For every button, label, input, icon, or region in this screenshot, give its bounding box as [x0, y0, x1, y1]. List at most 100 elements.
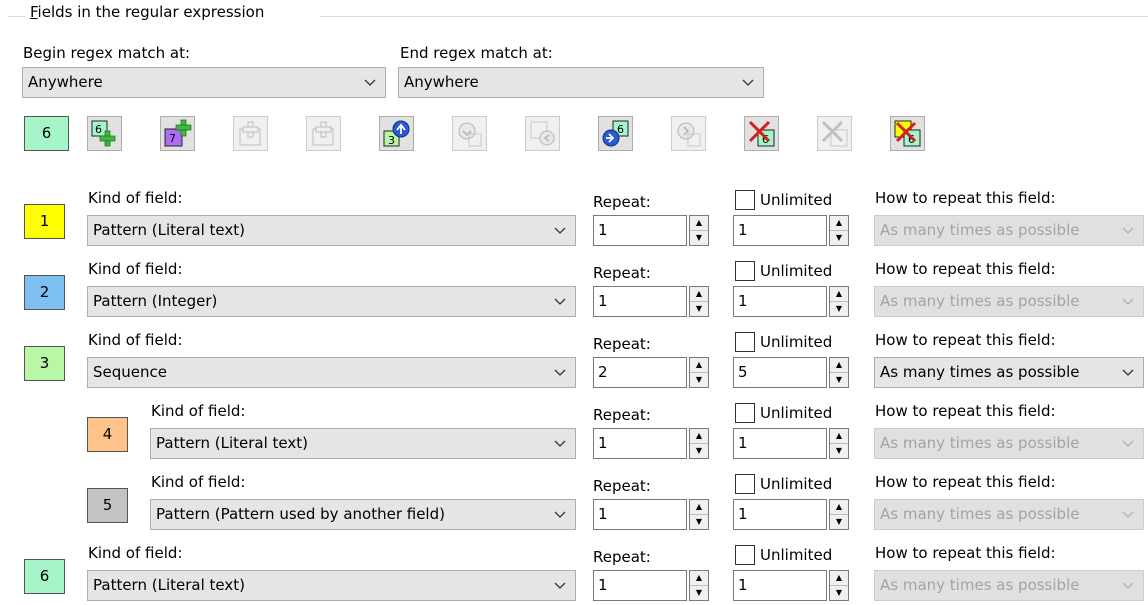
repeat-max-spinner[interactable]: 1 ▲ ▼ [733, 499, 849, 530]
move-left-button[interactable] [525, 116, 560, 151]
repeat-min-arrows[interactable]: ▲ ▼ [689, 570, 709, 601]
kind-of-field-select[interactable]: Pattern (Pattern used by another field) [150, 499, 576, 530]
kind-of-field-select[interactable]: Pattern (Literal text) [150, 428, 576, 459]
repeat-min-arrows[interactable]: ▲ ▼ [689, 357, 709, 388]
spin-down-icon[interactable]: ▼ [690, 302, 708, 316]
end-match-select[interactable]: Anywhere [398, 67, 764, 98]
repeat-min-spinner[interactable]: 1 ▲ ▼ [593, 215, 709, 246]
unlimited-checkbox[interactable] [735, 261, 755, 281]
kind-of-field-select[interactable]: Pattern (Literal text) [87, 570, 576, 601]
spin-up-icon[interactable]: ▲ [690, 287, 708, 302]
repeat-min-spinner[interactable]: 1 ▲ ▼ [593, 286, 709, 317]
kind-of-field-value: Pattern (Literal text) [93, 576, 245, 594]
add-disabled-button-2[interactable] [306, 116, 341, 151]
spin-down-icon[interactable]: ▼ [830, 373, 848, 387]
field-number-badge[interactable]: 5 [87, 488, 128, 523]
repeat-min-arrows[interactable]: ▲ ▼ [689, 215, 709, 246]
delete-all-button[interactable]: 6 [890, 116, 925, 151]
add-subfield-button[interactable]: 7 [160, 116, 195, 151]
begin-match-select[interactable]: Anywhere [22, 67, 386, 98]
spin-down-icon[interactable]: ▼ [690, 444, 708, 458]
spin-up-icon[interactable]: ▲ [690, 571, 708, 586]
move-right-button[interactable]: 6 [598, 116, 633, 151]
repeat-label: Repeat: [593, 477, 651, 495]
kind-of-field-select[interactable]: Sequence [87, 357, 576, 388]
unlimited-checkbox[interactable] [735, 403, 755, 423]
spin-up-icon[interactable]: ▲ [830, 216, 848, 231]
repeat-max-spinner[interactable]: 1 ▲ ▼ [733, 570, 849, 601]
spin-down-icon[interactable]: ▼ [830, 444, 848, 458]
repeat-max-input[interactable]: 1 [733, 570, 827, 601]
repeat-min-arrows[interactable]: ▲ ▼ [689, 499, 709, 530]
repeat-max-spinner[interactable]: 1 ▲ ▼ [733, 286, 849, 317]
repeat-max-arrows[interactable]: ▲ ▼ [829, 215, 849, 246]
unlimited-checkbox[interactable] [735, 190, 755, 210]
unlimited-checkbox[interactable] [735, 474, 755, 494]
repeat-min-input[interactable]: 1 [593, 428, 687, 459]
kind-of-field-select[interactable]: Pattern (Integer) [87, 286, 576, 317]
move-down-button[interactable] [452, 116, 487, 151]
repeat-min-arrows[interactable]: ▲ ▼ [689, 286, 709, 317]
repeat-min-input[interactable]: 1 [593, 499, 687, 530]
repeat-min-input[interactable]: 1 [593, 570, 687, 601]
move-right-disabled-button[interactable] [671, 116, 706, 151]
repeat-max-input[interactable]: 5 [733, 357, 827, 388]
field-number-badge[interactable]: 6 [24, 559, 65, 594]
add-disabled-button-1[interactable] [233, 116, 268, 151]
add-subfield-icon: 7 [164, 119, 192, 147]
spin-down-icon[interactable]: ▼ [830, 515, 848, 529]
unlimited-checkbox[interactable] [735, 545, 755, 565]
repeat-max-input[interactable]: 1 [733, 215, 827, 246]
kind-of-field-label: Kind of field: [88, 544, 183, 562]
add-field-button[interactable]: 6 [87, 116, 122, 151]
spin-down-icon[interactable]: ▼ [830, 302, 848, 316]
repeat-min-spinner[interactable]: 1 ▲ ▼ [593, 570, 709, 601]
repeat-min-spinner[interactable]: 2 ▲ ▼ [593, 357, 709, 388]
repeat-min-input[interactable]: 2 [593, 357, 687, 388]
spin-up-icon[interactable]: ▲ [690, 358, 708, 373]
unlimited-label: Unlimited [760, 404, 833, 422]
repeat-min-input[interactable]: 1 [593, 215, 687, 246]
repeat-max-arrows[interactable]: ▲ ▼ [829, 428, 849, 459]
spin-down-icon[interactable]: ▼ [690, 515, 708, 529]
repeat-min-spinner[interactable]: 1 ▲ ▼ [593, 499, 709, 530]
chevron-down-icon [1122, 440, 1134, 447]
repeat-max-input[interactable]: 1 [733, 428, 827, 459]
kind-of-field-select[interactable]: Pattern (Literal text) [87, 215, 576, 246]
spin-up-icon[interactable]: ▲ [830, 358, 848, 373]
repeat-max-input[interactable]: 1 [733, 499, 827, 530]
repeat-min-input[interactable]: 1 [593, 286, 687, 317]
repeat-min-arrows[interactable]: ▲ ▼ [689, 428, 709, 459]
spin-down-icon[interactable]: ▼ [830, 231, 848, 245]
field-number-badge[interactable]: 2 [24, 275, 65, 310]
spin-up-icon[interactable]: ▲ [830, 287, 848, 302]
spin-up-icon[interactable]: ▲ [690, 500, 708, 515]
field-number-badge[interactable]: 4 [87, 417, 128, 452]
field-number-badge[interactable]: 1 [24, 204, 65, 239]
spin-up-icon[interactable]: ▲ [830, 429, 848, 444]
field-number-badge[interactable]: 3 [24, 346, 65, 381]
chevron-down-icon [554, 227, 566, 234]
spin-down-icon[interactable]: ▼ [690, 231, 708, 245]
delete-field-button[interactable]: 6 [744, 116, 779, 151]
spin-down-icon[interactable]: ▼ [690, 373, 708, 387]
repeat-max-arrows[interactable]: ▲ ▼ [829, 286, 849, 317]
spin-up-icon[interactable]: ▲ [830, 571, 848, 586]
delete-disabled-button[interactable] [817, 116, 852, 151]
repeat-max-spinner[interactable]: 5 ▲ ▼ [733, 357, 849, 388]
spin-down-icon[interactable]: ▼ [690, 586, 708, 600]
spin-up-icon[interactable]: ▲ [690, 216, 708, 231]
spin-up-icon[interactable]: ▲ [830, 500, 848, 515]
move-up-button[interactable]: 3 [379, 116, 414, 151]
unlimited-checkbox[interactable] [735, 332, 755, 352]
repeat-max-arrows[interactable]: ▲ ▼ [829, 570, 849, 601]
repeat-max-spinner[interactable]: 1 ▲ ▼ [733, 215, 849, 246]
spin-up-icon[interactable]: ▲ [690, 429, 708, 444]
repeat-max-input[interactable]: 1 [733, 286, 827, 317]
repeat-max-arrows[interactable]: ▲ ▼ [829, 499, 849, 530]
spin-down-icon[interactable]: ▼ [830, 586, 848, 600]
repeat-max-spinner[interactable]: 1 ▲ ▼ [733, 428, 849, 459]
repeat-max-arrows[interactable]: ▲ ▼ [829, 357, 849, 388]
how-to-repeat-select[interactable]: As many times as possible [874, 357, 1144, 388]
repeat-min-spinner[interactable]: 1 ▲ ▼ [593, 428, 709, 459]
